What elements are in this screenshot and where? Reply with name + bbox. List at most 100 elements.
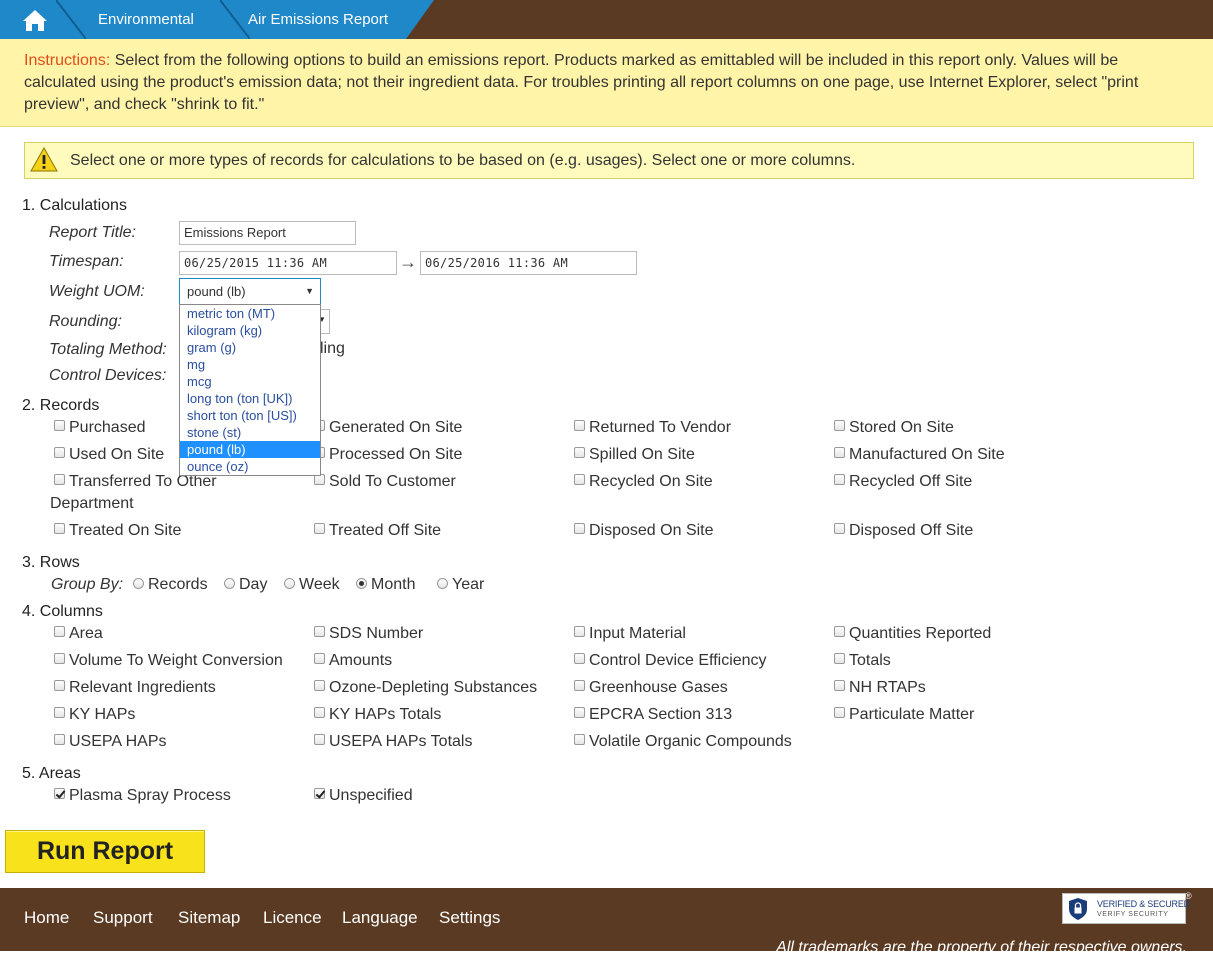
column-ky-haps-totals[interactable]: KY HAPs Totals [314, 706, 441, 724]
checkbox[interactable] [834, 707, 845, 718]
checkbox[interactable] [54, 707, 65, 718]
checkbox[interactable] [834, 474, 845, 485]
record-stored-on-site[interactable]: Stored On Site [834, 419, 954, 437]
group-by-year[interactable]: Year [437, 576, 484, 594]
record-used-on-site[interactable]: Used On Site [54, 446, 164, 464]
group-by-records[interactable]: Records [133, 576, 208, 594]
column-voc[interactable]: Volatile Organic Compounds [574, 733, 792, 751]
checkbox[interactable] [314, 680, 325, 691]
checkbox[interactable] [834, 653, 845, 664]
radio-button[interactable] [437, 578, 448, 589]
dropdown-option[interactable]: ounce (oz) [180, 458, 320, 475]
group-by-month[interactable]: Month [356, 576, 415, 594]
checkbox[interactable] [574, 734, 585, 745]
record-processed-on-site[interactable]: Processed On Site [314, 446, 462, 464]
column-epcra-313[interactable]: EPCRA Section 313 [574, 706, 732, 724]
radio-button-selected[interactable] [356, 578, 367, 589]
record-purchased[interactable]: Purchased [54, 419, 146, 437]
column-volume-to-weight[interactable]: Volume To Weight Conversion [54, 652, 283, 670]
footer-link-sitemap[interactable]: Sitemap [178, 908, 240, 928]
checkbox[interactable] [574, 707, 585, 718]
checkbox[interactable] [834, 447, 845, 458]
checkbox[interactable] [54, 680, 65, 691]
record-returned-to-vendor[interactable]: Returned To Vendor [574, 419, 731, 437]
record-spilled-on-site[interactable]: Spilled On Site [574, 446, 695, 464]
timespan-end-input[interactable]: 06/25/2016 11:36 AM [420, 251, 637, 275]
column-usepa-haps[interactable]: USEPA HAPs [54, 733, 167, 751]
column-sds-number[interactable]: SDS Number [314, 625, 423, 643]
group-by-day[interactable]: Day [224, 576, 267, 594]
radio-button[interactable] [284, 578, 295, 589]
checkbox[interactable] [834, 680, 845, 691]
record-generated-on-site[interactable]: Generated On Site [314, 419, 462, 437]
column-input-material[interactable]: Input Material [574, 625, 686, 643]
column-area[interactable]: Area [54, 625, 103, 643]
record-treated-off-site[interactable]: Treated Off Site [314, 522, 441, 540]
checkbox[interactable] [574, 420, 585, 431]
checkbox[interactable] [834, 626, 845, 637]
area-unspecified[interactable]: Unspecified [314, 787, 413, 805]
column-amounts[interactable]: Amounts [314, 652, 392, 670]
checkbox[interactable] [314, 707, 325, 718]
record-treated-on-site[interactable]: Treated On Site [54, 522, 181, 540]
footer-link-settings[interactable]: Settings [439, 908, 500, 928]
column-relevant-ingredients[interactable]: Relevant Ingredients [54, 679, 216, 697]
checkbox[interactable] [54, 734, 65, 745]
checkbox-checked[interactable] [54, 788, 65, 799]
weight-uom-select[interactable]: pound (lb) ▼ [179, 278, 321, 305]
group-by-week[interactable]: Week [284, 576, 340, 594]
column-usepa-haps-totals[interactable]: USEPA HAPs Totals [314, 733, 472, 751]
checkbox[interactable] [574, 474, 585, 485]
checkbox[interactable] [54, 420, 65, 431]
dropdown-option[interactable]: gram (g) [180, 339, 320, 356]
footer-link-language[interactable]: Language [342, 908, 418, 928]
checkbox[interactable] [314, 734, 325, 745]
checkbox[interactable] [574, 447, 585, 458]
dropdown-option[interactable]: short ton (ton [US]) [180, 407, 320, 424]
checkbox[interactable] [574, 626, 585, 637]
column-particulate-matter[interactable]: Particulate Matter [834, 706, 974, 724]
dropdown-option[interactable]: mg [180, 356, 320, 373]
checkbox[interactable] [574, 653, 585, 664]
dropdown-option[interactable]: metric ton (MT) [180, 305, 320, 322]
checkbox-checked[interactable] [314, 788, 325, 799]
run-report-button[interactable]: Run Report [5, 830, 205, 873]
checkbox[interactable] [834, 420, 845, 431]
dropdown-option[interactable]: mcg [180, 373, 320, 390]
record-sold-to-customer[interactable]: Sold To Customer [314, 473, 456, 491]
checkbox[interactable] [574, 523, 585, 534]
report-title-input[interactable]: Emissions Report [179, 221, 356, 245]
checkbox[interactable] [574, 680, 585, 691]
record-recycled-on-site[interactable]: Recycled On Site [574, 473, 713, 491]
column-control-device-efficiency[interactable]: Control Device Efficiency [574, 652, 767, 670]
checkbox[interactable] [54, 523, 65, 534]
footer-link-support[interactable]: Support [93, 908, 153, 928]
column-quantities-reported[interactable]: Quantities Reported [834, 625, 991, 643]
footer-link-licence[interactable]: Licence [263, 908, 322, 928]
dropdown-option[interactable]: long ton (ton [UK]) [180, 390, 320, 407]
breadcrumb-air-emissions-report[interactable]: Air Emissions Report [218, 0, 434, 39]
checkbox[interactable] [834, 523, 845, 534]
radio-button[interactable] [224, 578, 235, 589]
record-disposed-off-site[interactable]: Disposed Off Site [834, 522, 973, 540]
checkbox[interactable] [314, 626, 325, 637]
checkbox[interactable] [54, 653, 65, 664]
security-seal[interactable]: VERIFIED & SECURED VERIFY SECURITY [1062, 893, 1190, 924]
dropdown-option[interactable]: stone (st) [180, 424, 320, 441]
record-manufactured-on-site[interactable]: Manufactured On Site [834, 446, 1005, 464]
column-totals[interactable]: Totals [834, 652, 891, 670]
column-ky-haps[interactable]: KY HAPs [54, 706, 135, 724]
column-ozone-depleting[interactable]: Ozone-Depleting Substances [314, 679, 537, 697]
radio-button[interactable] [133, 578, 144, 589]
dropdown-option[interactable]: kilogram (kg) [180, 322, 320, 339]
totaling-method-value[interactable]: ling [320, 340, 345, 358]
footer-link-home[interactable]: Home [24, 908, 69, 928]
checkbox[interactable] [54, 474, 65, 485]
timespan-start-input[interactable]: 06/25/2015 11:36 AM [179, 251, 397, 275]
area-plasma-spray-process[interactable]: Plasma Spray Process [54, 787, 231, 805]
record-disposed-on-site[interactable]: Disposed On Site [574, 522, 714, 540]
column-nh-rtaps[interactable]: NH RTAPs [834, 679, 926, 697]
dropdown-option-selected[interactable]: pound (lb) [180, 441, 320, 458]
checkbox[interactable] [314, 523, 325, 534]
column-greenhouse-gases[interactable]: Greenhouse Gases [574, 679, 728, 697]
